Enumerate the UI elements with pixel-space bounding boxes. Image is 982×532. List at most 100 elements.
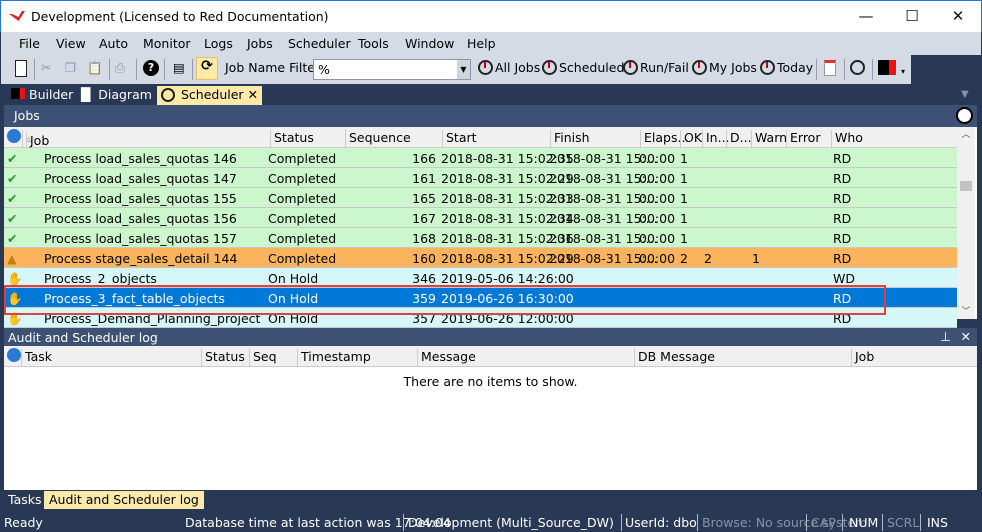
menu-tools[interactable]: Tools (358, 36, 389, 51)
status-ready: Ready (4, 515, 43, 530)
menu-view[interactable]: View (56, 36, 86, 51)
job-row[interactable]: ✔ Process load_sales_quotas 157 Completed 1… (4, 228, 957, 248)
cell-seq: 346 (412, 271, 436, 286)
chevron-down-icon[interactable]: ▼ (457, 60, 470, 79)
cell-job: Process stage_sales_detail 144 (44, 251, 238, 266)
clock-icon[interactable] (850, 60, 865, 75)
col-sequence[interactable]: Sequence (345, 130, 411, 148)
tab-builder[interactable]: Builder (7, 86, 77, 105)
pin-icon[interactable]: ⊥ (940, 329, 951, 344)
cell-warn: 1 (752, 251, 760, 266)
stopwatch-icon (623, 60, 638, 75)
run-fail-button[interactable]: Run/Fail (623, 60, 689, 75)
new-icon[interactable] (15, 60, 27, 77)
document-tabs: Builder ▐▌ Diagram Scheduler ✕ ▼ (1, 84, 981, 105)
menu-scheduler[interactable]: Scheduler (288, 36, 351, 51)
cell-info: 2 (704, 251, 712, 266)
my-jobs-button[interactable]: My Jobs (692, 60, 757, 75)
clipboard-icon[interactable]: ▤ (173, 60, 185, 75)
menu-jobs[interactable]: Jobs (247, 36, 273, 51)
refresh-icon[interactable]: ⟳ (196, 57, 218, 80)
cell-job: Process load_sales_quotas 156 (44, 211, 237, 226)
check-icon: ✔ (7, 171, 18, 186)
stopwatch-icon (542, 60, 557, 75)
tab-audit-log[interactable]: Audit and Scheduler log (44, 491, 204, 509)
title-bar: Development (Licensed to Red Documentati… (0, 0, 982, 32)
job-row[interactable]: ✔ Process load_sales_quotas 147 Completed 1… (4, 168, 957, 188)
status-num: NUM (849, 515, 879, 530)
job-row[interactable]: ✔ Process load_sales_quotas 146 Completed 1… (4, 148, 957, 168)
cut-icon[interactable]: ✂ (41, 60, 51, 75)
col-warn[interactable]: Warn (751, 130, 787, 148)
info-icon (4, 129, 21, 147)
tab-scheduler[interactable]: Scheduler ✕ (157, 86, 263, 105)
menu-file[interactable]: File (19, 36, 40, 51)
menu-logs[interactable]: Logs (204, 36, 233, 51)
job-row[interactable]: ▲ Process stage_sales_detail 144 Completed… (4, 248, 957, 268)
job-row[interactable]: ✔ Process load_sales_quotas 156 Completed 1… (4, 208, 957, 228)
col-status[interactable]: Status (270, 130, 314, 148)
menu-monitor[interactable]: Monitor (143, 36, 191, 51)
col-status[interactable]: Status (201, 349, 245, 367)
col-timestamp[interactable]: Timestamp (297, 349, 371, 367)
clock-icon (161, 88, 175, 102)
col-error[interactable]: Error (786, 130, 820, 148)
selection-highlight-box (4, 285, 886, 315)
log-grid: Task Status Seq Timestamp Message DB Mes… (4, 346, 977, 490)
menu-help[interactable]: Help (467, 36, 496, 51)
builder-window-icon[interactable] (878, 60, 896, 75)
all-jobs-button[interactable]: All Jobs (478, 60, 540, 75)
close-panel-icon[interactable]: ✕ (961, 329, 971, 344)
cell-seq: 160 (412, 251, 436, 266)
job-name-filter-combo[interactable]: % ▼ (313, 59, 471, 80)
status-bar: Ready Database time at last action was 1… (0, 512, 982, 532)
vertical-scrollbar[interactable]: ︿ ﹀ (957, 127, 975, 319)
cell-elapsed: 00:00 (639, 251, 676, 266)
paste-icon[interactable]: 📋 (87, 60, 103, 76)
col-db-message[interactable]: DB Message (634, 349, 715, 367)
scroll-up-icon[interactable]: ︿ (957, 127, 975, 140)
col-who[interactable]: Who (831, 130, 957, 148)
col-finish[interactable]: Finish (550, 130, 590, 148)
scrollbar-thumb[interactable] (960, 181, 972, 191)
close-tab-icon[interactable]: ✕ (248, 87, 258, 102)
col-ok[interactable]: OK (680, 130, 702, 148)
print-icon[interactable]: ⎙ (115, 60, 125, 76)
check-icon: ✔ (7, 151, 18, 166)
toolbar-overflow-icon[interactable]: ▾ (901, 67, 905, 76)
scroll-down-icon[interactable]: ﹀ (957, 304, 975, 317)
cell-status: Completed (268, 171, 337, 186)
col-seq[interactable]: Seq (249, 349, 277, 367)
report-icon[interactable] (824, 60, 836, 76)
cell-job: Process load_sales_quotas 157 (44, 231, 237, 246)
col-detail[interactable]: D... (726, 130, 752, 148)
col-message[interactable]: Message (417, 349, 476, 367)
col-start[interactable]: Start (442, 130, 477, 148)
stopwatch-icon (478, 60, 493, 75)
cell-ok: 1 (680, 171, 688, 186)
jobs-panel-header: Jobs (4, 105, 977, 127)
clock-icon[interactable] (956, 107, 973, 124)
scheduled-button[interactable]: Scheduled (542, 60, 624, 75)
menu-auto[interactable]: Auto (99, 36, 128, 51)
maximize-button[interactable]: ☐ (889, 1, 935, 33)
close-button[interactable]: ✕ (935, 1, 981, 33)
warning-icon: ▲ (7, 251, 17, 266)
cell-who: RD (833, 211, 852, 226)
tab-list-icon[interactable]: ▼ (961, 89, 969, 100)
cell-ok: 1 (680, 211, 688, 226)
menu-window[interactable]: Window (405, 36, 454, 51)
copy-icon[interactable]: ❐ (65, 60, 76, 75)
tab-tasks[interactable]: Tasks (4, 491, 46, 509)
cell-seq: 165 (412, 191, 436, 206)
help-icon[interactable]: ? (143, 60, 159, 76)
job-row[interactable]: ✔ Process load_sales_quotas 155 Completed 1… (4, 188, 957, 208)
col-job[interactable]: Job ▵ (22, 130, 49, 151)
app-logo-icon (9, 11, 25, 21)
tab-diagram[interactable]: ▐▌ Diagram (72, 86, 156, 105)
cell-seq: 161 (412, 171, 436, 186)
col-job[interactable]: Job (851, 349, 874, 367)
col-task[interactable]: Task (21, 349, 52, 367)
minimize-button[interactable]: — (843, 1, 889, 33)
today-button[interactable]: Today (760, 60, 813, 75)
